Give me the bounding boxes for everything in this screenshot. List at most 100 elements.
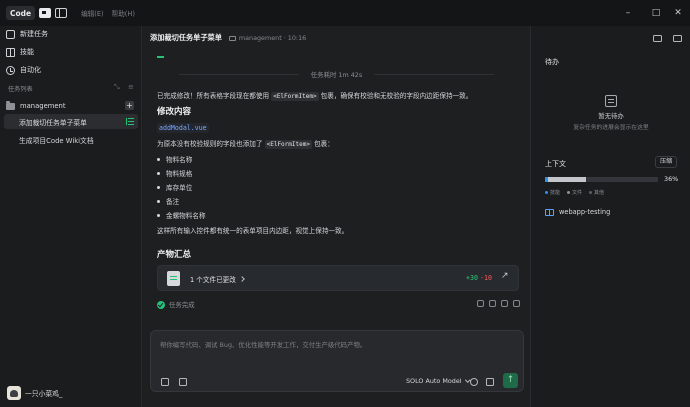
model-label: SOLO Auto Model xyxy=(406,377,462,385)
intro-pre: 已完成修改！所有表格字段现在都使用 xyxy=(157,92,272,100)
filter-icon[interactable]: ≡ xyxy=(128,83,134,91)
sidebar: 新建任务 技能 自动化 任务列表 ⤡ ≡ management + 添加裁切任务… xyxy=(0,26,142,407)
composer-input[interactable]: 帮你编写代码、调试 Bug、优化性能等开发工作，交付生产级代码产物。 xyxy=(160,340,366,349)
status-dash xyxy=(157,56,164,58)
avatar xyxy=(7,386,21,400)
folder-icon xyxy=(6,100,15,110)
chat-icon[interactable] xyxy=(653,35,662,42)
task-label: 添加裁切任务单子菜单 xyxy=(19,118,87,127)
menu-help[interactable]: 帮助(H) xyxy=(112,8,135,18)
legend-dot xyxy=(567,190,571,194)
intro-post: 包裹，确保有校验和无校验的字段内边距保持一致。 xyxy=(318,92,473,100)
legend-label: 文件 xyxy=(572,190,583,196)
lines-removed: -10 xyxy=(480,274,492,282)
list-item: 物料规格 xyxy=(157,168,192,178)
task-label: 生成项目Code Wiki文档 xyxy=(19,136,94,145)
context-legend: 技能 文件 其他 xyxy=(545,189,611,196)
image-icon[interactable] xyxy=(179,378,187,386)
chevron-right-icon xyxy=(239,276,245,282)
settings-icon[interactable] xyxy=(486,378,494,386)
user-name: 一只小菜鸡_ xyxy=(25,390,63,398)
status-text: 任务完成 xyxy=(169,301,195,309)
task-meta: management · 10:16 xyxy=(228,34,307,42)
folder-icon xyxy=(228,36,236,41)
task-duration: 任务耗时 1m 42s xyxy=(143,70,530,79)
attach-icon[interactable] xyxy=(161,378,169,386)
legend-item-skills: 技能 xyxy=(545,189,560,196)
context-label: 上下文 xyxy=(545,160,566,168)
legend-label: 技能 xyxy=(550,190,561,196)
open-external-icon[interactable]: ↗ xyxy=(501,272,510,281)
todo-empty-icon xyxy=(605,95,617,107)
collapse-icon[interactable]: ⤡ xyxy=(114,83,120,92)
user-profile[interactable]: 一只小菜鸡_ xyxy=(7,386,62,400)
inline-code: <ElFormItem> xyxy=(264,140,312,149)
compress-button[interactable]: 压缩 xyxy=(655,156,678,168)
desc-text: 为原本没有校验规则的字段也添加了 <ElFormItem> 包裹： xyxy=(157,138,334,149)
legend-item-files: 文件 xyxy=(567,189,582,196)
context-percent: 36% xyxy=(664,175,679,183)
book-icon xyxy=(545,208,554,216)
folder-management[interactable]: management + xyxy=(6,99,136,113)
list-item: 库存单位 xyxy=(157,182,192,192)
layout-toggle-icon[interactable] xyxy=(39,8,52,18)
task-header: 添加裁切任务单子菜单 management · 10:16 xyxy=(143,26,530,50)
legend-item-other: 其他 xyxy=(589,189,604,196)
legend-dot xyxy=(589,190,593,194)
maximize-icon[interactable]: □ xyxy=(650,7,662,19)
thumbs-down-icon[interactable] xyxy=(489,300,496,307)
sidebar-item-new-task[interactable]: 新建任务 xyxy=(6,27,48,41)
sidebar-item-label: 自动化 xyxy=(20,66,41,74)
copy-icon[interactable] xyxy=(501,300,508,307)
list-item: 物料名称 xyxy=(157,154,192,164)
app-name-badge[interactable]: Code xyxy=(6,6,36,20)
file-diff-icon xyxy=(167,271,180,286)
close-icon[interactable]: ✕ xyxy=(672,7,684,19)
thumbs-up-icon[interactable] xyxy=(477,300,484,307)
sidebar-toggle-icon[interactable] xyxy=(55,8,68,18)
todo-empty-subtitle: 复杂任务的进展会显示在这里 xyxy=(573,125,649,131)
panel-toggle-icon[interactable] xyxy=(673,35,682,42)
right-panel: 待办 暂无待办 复杂任务的进展会显示在这里 上下文 压缩 36% 技能 文件 其… xyxy=(530,26,690,407)
desc-pre: 为原本没有校验规则的字段也添加了 xyxy=(157,140,265,148)
add-task-button[interactable]: + xyxy=(125,101,134,110)
list-item: 备注 xyxy=(157,196,179,206)
task-list-label: 任务列表 xyxy=(8,86,33,93)
lines-added: +30 xyxy=(466,274,478,282)
menu-edit[interactable]: 编辑(E) xyxy=(81,8,104,18)
sidebar-item-automation[interactable]: 自动化 xyxy=(6,63,41,77)
changes-text: 1 个文件已更改 xyxy=(190,276,236,284)
legend-label: 其他 xyxy=(594,190,605,196)
model-selector[interactable]: SOLO Auto Model xyxy=(406,376,470,385)
file-link[interactable]: addModal.vue xyxy=(157,123,209,133)
skill-label: webapp-testing xyxy=(559,208,611,216)
intro-text: 已完成修改！所有表格字段现在都使用 <ElFormItem> 包裹，确保有校验和… xyxy=(157,90,473,101)
list-item: 金螺物料名称 xyxy=(157,210,206,220)
page-title: 添加裁切任务单子菜单 xyxy=(150,33,222,42)
changes-label[interactable]: 1 个文件已更改 xyxy=(190,274,245,284)
task-meta-text: management · 10:16 xyxy=(238,34,307,42)
edit-icon xyxy=(6,29,15,39)
legend-dot xyxy=(545,190,548,194)
main-panel: 添加裁切任务单子菜单 management · 10:16 任务耗时 1m 42… xyxy=(143,26,530,407)
sidebar-item-label: 技能 xyxy=(20,48,34,56)
section-heading-artifacts: 产物汇总 xyxy=(157,250,192,260)
composer[interactable]: 帮你编写代码、调试 Bug、优化性能等开发工作，交付生产级代码产物。 SOLO … xyxy=(150,330,524,392)
context-usage-fill xyxy=(545,177,586,182)
minimize-icon[interactable]: – xyxy=(622,7,634,19)
todo-title: 待办 xyxy=(545,58,559,66)
send-button[interactable]: ↑ xyxy=(503,373,518,388)
retry-icon[interactable] xyxy=(513,300,520,307)
todo-empty-title: 暂无待办 xyxy=(598,112,624,120)
changes-card[interactable]: 1 个文件已更改 +30 -10 ↗ xyxy=(157,265,519,291)
check-circle-icon xyxy=(157,300,165,309)
task-status: 任务完成 xyxy=(157,300,195,309)
voice-icon[interactable] xyxy=(470,378,478,386)
skill-item[interactable]: webapp-testing xyxy=(545,208,610,216)
task-item[interactable]: 生成项目Code Wiki文档 xyxy=(4,132,138,147)
task-list-icon xyxy=(126,118,134,125)
task-item-active[interactable]: 添加裁切任务单子菜单 xyxy=(4,114,138,129)
inline-code: <ElFormItem> xyxy=(271,92,319,101)
sidebar-item-skills[interactable]: 技能 xyxy=(6,45,34,59)
folder-label: management xyxy=(20,102,66,110)
